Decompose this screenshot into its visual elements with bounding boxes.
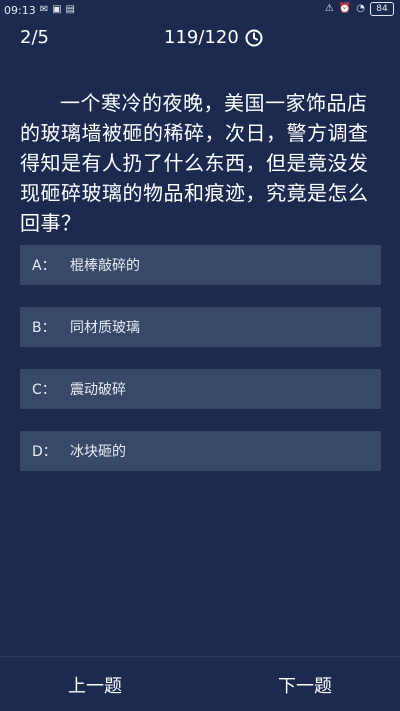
status-time: 09:13: [4, 3, 36, 17]
option-text: 冰块砸的: [70, 444, 126, 460]
status-left: 09:13 ✉ ▣ ▤: [4, 3, 75, 17]
wifi-icon: ◔: [356, 3, 365, 14]
option-text: 同材质玻璃: [70, 320, 140, 336]
option-b[interactable]: B： 同材质玻璃: [20, 307, 381, 347]
sim-icon: ▤: [65, 4, 75, 15]
option-letter: C：: [32, 382, 56, 398]
option-text: 震动破碎: [70, 382, 126, 398]
option-a[interactable]: A： 棍棒敲碎的: [20, 245, 381, 285]
option-letter: D：: [32, 444, 57, 460]
alarm-icon: ⏰: [338, 3, 352, 14]
image-icon: ▣: [52, 4, 62, 15]
next-question-button[interactable]: 下一题: [278, 675, 332, 699]
countdown-timer: 119/120: [164, 26, 263, 50]
status-bar: 09:13 ✉ ▣ ▤ ⚠ ⏰ ◔ 84: [0, 0, 400, 20]
battery-indicator: 84: [370, 2, 394, 16]
option-letter: B：: [32, 320, 56, 336]
warning-icon: ⚠: [324, 3, 334, 14]
quiz-header: 2/5 119/120: [0, 26, 400, 50]
option-text: 棍棒敲碎的: [70, 258, 140, 274]
status-right: ⚠ ⏰ ◔ 84: [325, 2, 394, 16]
option-c[interactable]: C： 震动破碎: [20, 369, 381, 409]
question-progress: 2/5: [20, 27, 49, 48]
clock-icon: [245, 29, 263, 47]
timer-value: 119/120: [164, 27, 239, 48]
previous-question-button[interactable]: 上一题: [68, 675, 122, 699]
bottom-navigation: 上一题 下一题: [0, 656, 400, 711]
mail-icon: ✉: [39, 4, 49, 15]
option-letter: A：: [32, 258, 56, 274]
answer-options: A： 棍棒敲碎的 B： 同材质玻璃 C： 震动破碎 D： 冰块砸的: [20, 245, 381, 493]
option-d[interactable]: D： 冰块砸的: [20, 431, 381, 471]
question-text: 一个寒冷的夜晚，美国一家饰品店的玻璃墙被砸的稀碎，次日，警方调查得知是有人扔了什…: [20, 91, 369, 235]
